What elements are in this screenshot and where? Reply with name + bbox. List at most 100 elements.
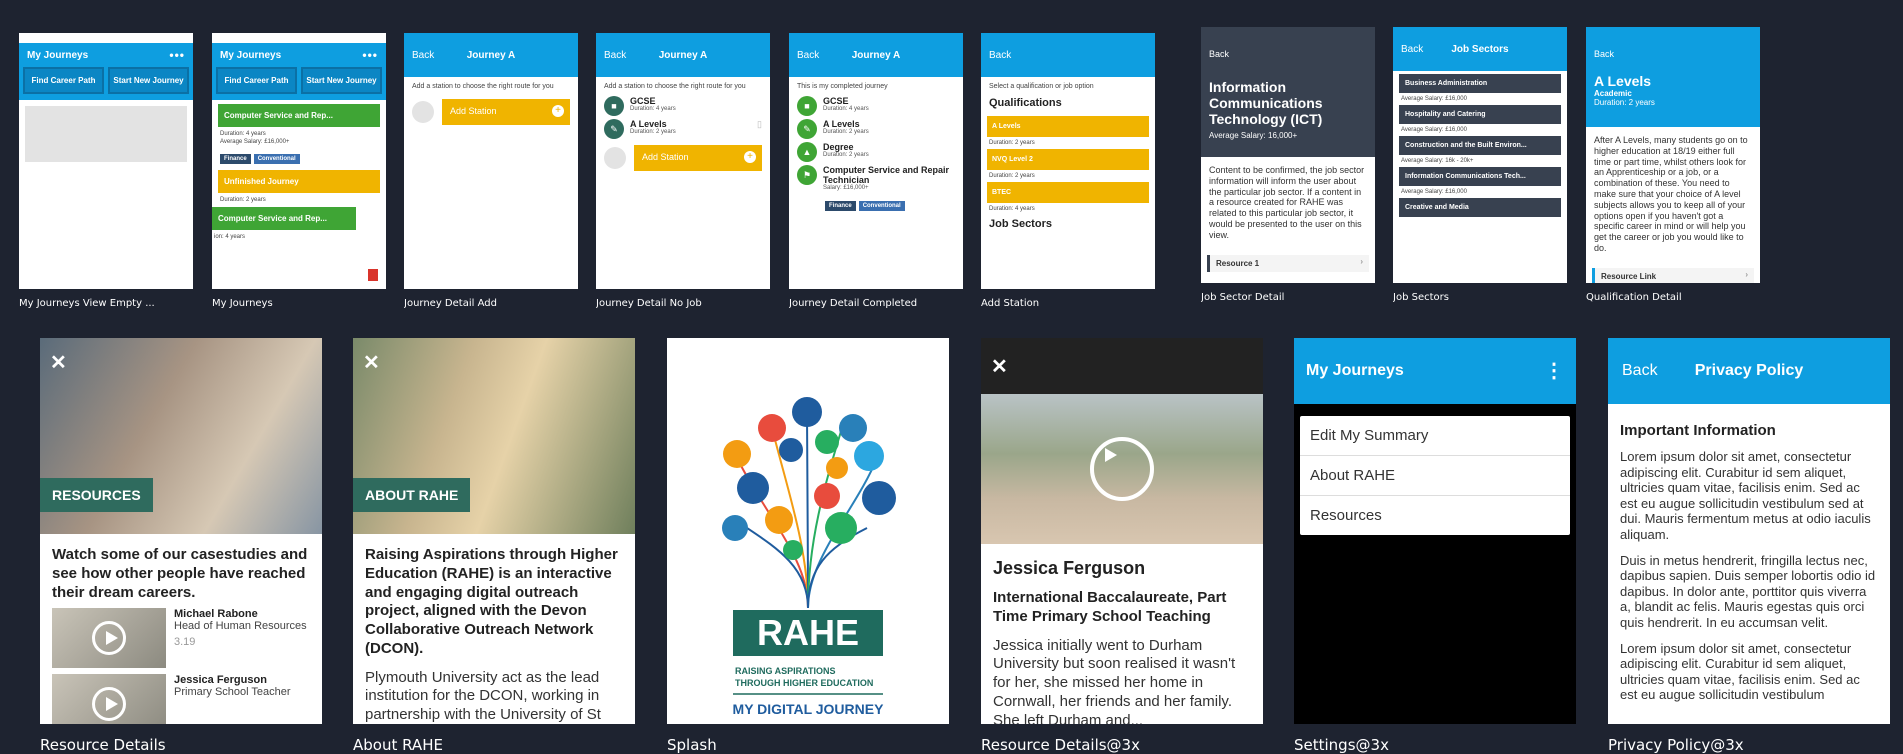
menu-item-about-rahe[interactable]: About RAHE (1300, 456, 1570, 496)
station-degree[interactable]: ▲ Degree Duration: 2 years (797, 142, 955, 162)
artboard-privacy-policy-3x[interactable]: Back Privacy Policy Important Informatio… (1608, 338, 1890, 724)
artboard-job-sector-detail[interactable]: Back Information Communications Technolo… (1201, 27, 1375, 283)
artboard-journey-detail-no-job[interactable]: Back Journey A Add a station to choose t… (596, 33, 770, 289)
sector-item[interactable]: Construction and the Built Environ... (1399, 136, 1561, 155)
back-button[interactable]: Back (989, 50, 1011, 61)
add-station-label: Add Station (450, 106, 497, 116)
header-title: My Journeys (27, 49, 89, 61)
caption: Settings@3x (1294, 736, 1389, 754)
journey-card-title: Computer Service and Rep... (218, 214, 327, 223)
sector-item[interactable]: Information Communications Tech... (1399, 167, 1561, 186)
play-icon[interactable] (1090, 437, 1154, 501)
journey-card[interactable]: Computer Service and Rep... (218, 104, 380, 127)
qualification-option[interactable]: NVQ Level 2 (987, 149, 1149, 170)
sector-header: Back Information Communications Technolo… (1201, 27, 1375, 157)
station-title: A Levels (823, 119, 860, 129)
caption: Splash (667, 736, 717, 754)
menu-item-edit-summary[interactable]: Edit My Summary (1300, 416, 1570, 456)
artboard-about-rahe[interactable]: ✕ ABOUT RAHE Raising Aspirations through… (353, 338, 635, 724)
back-button[interactable]: Back (412, 50, 434, 61)
header-title: My Journeys (220, 49, 282, 61)
artboard-job-sectors[interactable]: Back Job Sectors Business Administration… (1393, 27, 1567, 283)
empty-placeholder (25, 106, 187, 162)
book-icon: ■ (797, 96, 817, 116)
caption: Add Station (981, 298, 1040, 309)
sector-salary: Average Salary: £16,000 (1401, 96, 1467, 102)
start-new-journey-button[interactable]: Start New Journey (301, 67, 382, 94)
artboard-add-station[interactable]: Back Select a qualification or job optio… (981, 33, 1155, 289)
caption: Resource Details@3x (981, 736, 1140, 754)
add-station-row[interactable]: Add Station + (412, 99, 570, 125)
hero-photo: ✕ RESOURCES (40, 338, 322, 534)
sector-item[interactable]: Business Administration (1399, 74, 1561, 93)
start-new-journey-button[interactable]: Start New Journey (108, 67, 189, 94)
close-icon[interactable]: ✕ (991, 354, 1008, 379)
artboard-splash[interactable]: RAHE RAISING ASPIRATIONS THROUGH HIGHER … (667, 338, 949, 724)
book-icon: ■ (604, 96, 624, 116)
hero-photo: ✕ ABOUT RAHE (353, 338, 635, 534)
footer-text: MY DIGITAL JOURNEY (733, 701, 885, 717)
more-icon[interactable]: ••• (362, 48, 378, 62)
back-button[interactable]: Back (1594, 49, 1752, 59)
artboard-settings-3x[interactable]: My Journeys ⋮ Edit My Summary About RAHE… (1294, 338, 1576, 724)
more-icon[interactable]: ••• (169, 48, 185, 62)
caption: Job Sector Detail (1201, 292, 1285, 303)
back-button[interactable]: Back (604, 50, 626, 61)
qualification-option[interactable]: BTEC (987, 182, 1149, 203)
trash-icon[interactable]: ▯ (757, 119, 762, 130)
qualification-duration: Duration: 2 years (989, 140, 1035, 146)
journey-card[interactable]: Computer Service and Rep... (212, 207, 356, 230)
artboard-journey-detail-add[interactable]: Back Journey A Add a station to choose t… (404, 33, 578, 289)
back-button[interactable]: Back (1209, 49, 1367, 59)
station-a-levels[interactable]: ✎ A Levels Duration: 2 years ▯ (604, 119, 762, 139)
qualification-option[interactable]: A Levels (987, 116, 1149, 137)
artboard-my-journeys-empty[interactable]: My Journeys ••• Find Career Path Start N… (19, 33, 193, 289)
qualification-duration: Duration: 2 years (989, 173, 1035, 179)
body-text: Plymouth University act as the lead inst… (365, 668, 601, 724)
trash-icon[interactable] (368, 269, 378, 281)
section-banner: ABOUT RAHE (353, 478, 471, 512)
caption: Privacy Policy@3x (1608, 736, 1744, 754)
journey-card[interactable]: Unfinished Journey (218, 170, 380, 193)
artboard-resource-details[interactable]: ✕ RESOURCES Watch some of our casestudie… (40, 338, 322, 724)
person-name: Michael Rabone (174, 608, 258, 621)
station-a-levels[interactable]: ✎ A Levels Duration: 2 years (797, 119, 955, 139)
close-icon[interactable]: ✕ (50, 350, 67, 375)
close-icon[interactable]: ✕ (363, 350, 380, 375)
caption: About RAHE (353, 736, 443, 754)
sector-list: Business Administration Average Salary: … (1393, 74, 1567, 217)
add-station-button[interactable]: Add Station + (634, 145, 762, 171)
artboard-qualification-detail[interactable]: Back A Levels Academic Duration: 2 years… (1586, 27, 1760, 283)
resource-link[interactable]: Resource 1 (1207, 254, 1369, 272)
find-career-path-button[interactable]: Find Career Path (23, 67, 104, 94)
artboard-canvas: My Journeys ••• Find Career Path Start N… (0, 0, 1903, 754)
add-station-row[interactable]: Add Station + (604, 145, 762, 171)
video-thumbnail[interactable] (52, 674, 166, 724)
more-vertical-icon[interactable]: ⋮ (1544, 361, 1564, 381)
pen-icon: ✎ (797, 119, 817, 139)
menu-item-resources[interactable]: Resources (1300, 496, 1570, 535)
back-button[interactable]: Back (1401, 44, 1423, 55)
sector-item[interactable]: Creative and Media (1399, 198, 1561, 217)
find-career-path-button[interactable]: Find Career Path (216, 67, 297, 94)
add-station-button[interactable]: Add Station + (442, 99, 570, 125)
artboard-resource-details-3x[interactable]: ✕ Jessica Ferguson International Baccala… (981, 338, 1263, 724)
sector-item[interactable]: Hospitality and Catering (1399, 105, 1561, 124)
case-study-item[interactable]: Jessica Ferguson Primary School Teacher (40, 674, 322, 724)
add-station-label: Add Station (642, 152, 689, 162)
station-placeholder (604, 147, 626, 169)
video-thumbnail[interactable] (52, 608, 166, 669)
artboard-my-journeys[interactable]: My Journeys ••• Find Career Path Start N… (212, 33, 386, 289)
header: My Journeys ••• (19, 43, 193, 67)
caption: Journey Detail Completed (789, 298, 918, 309)
back-button[interactable]: Back (797, 50, 819, 61)
back-button[interactable]: Back (1622, 362, 1658, 380)
resource-link[interactable]: Resource Link (1592, 267, 1754, 283)
artboard-journey-detail-completed[interactable]: Back Journey A This is my completed jour… (789, 33, 963, 289)
station-gcse[interactable]: ■ GCSE Duration: 4 years (604, 96, 762, 116)
station-job[interactable]: ⚑ Computer Service and Repair Technician S… (797, 165, 955, 191)
case-study-item[interactable]: Michael Rabone Head of Human Resources 3.1… (40, 602, 322, 674)
station-gcse[interactable]: ■ GCSE Duration: 4 years (797, 96, 955, 116)
video-frame[interactable] (981, 394, 1263, 544)
header: My Journeys ⋮ (1294, 338, 1576, 404)
